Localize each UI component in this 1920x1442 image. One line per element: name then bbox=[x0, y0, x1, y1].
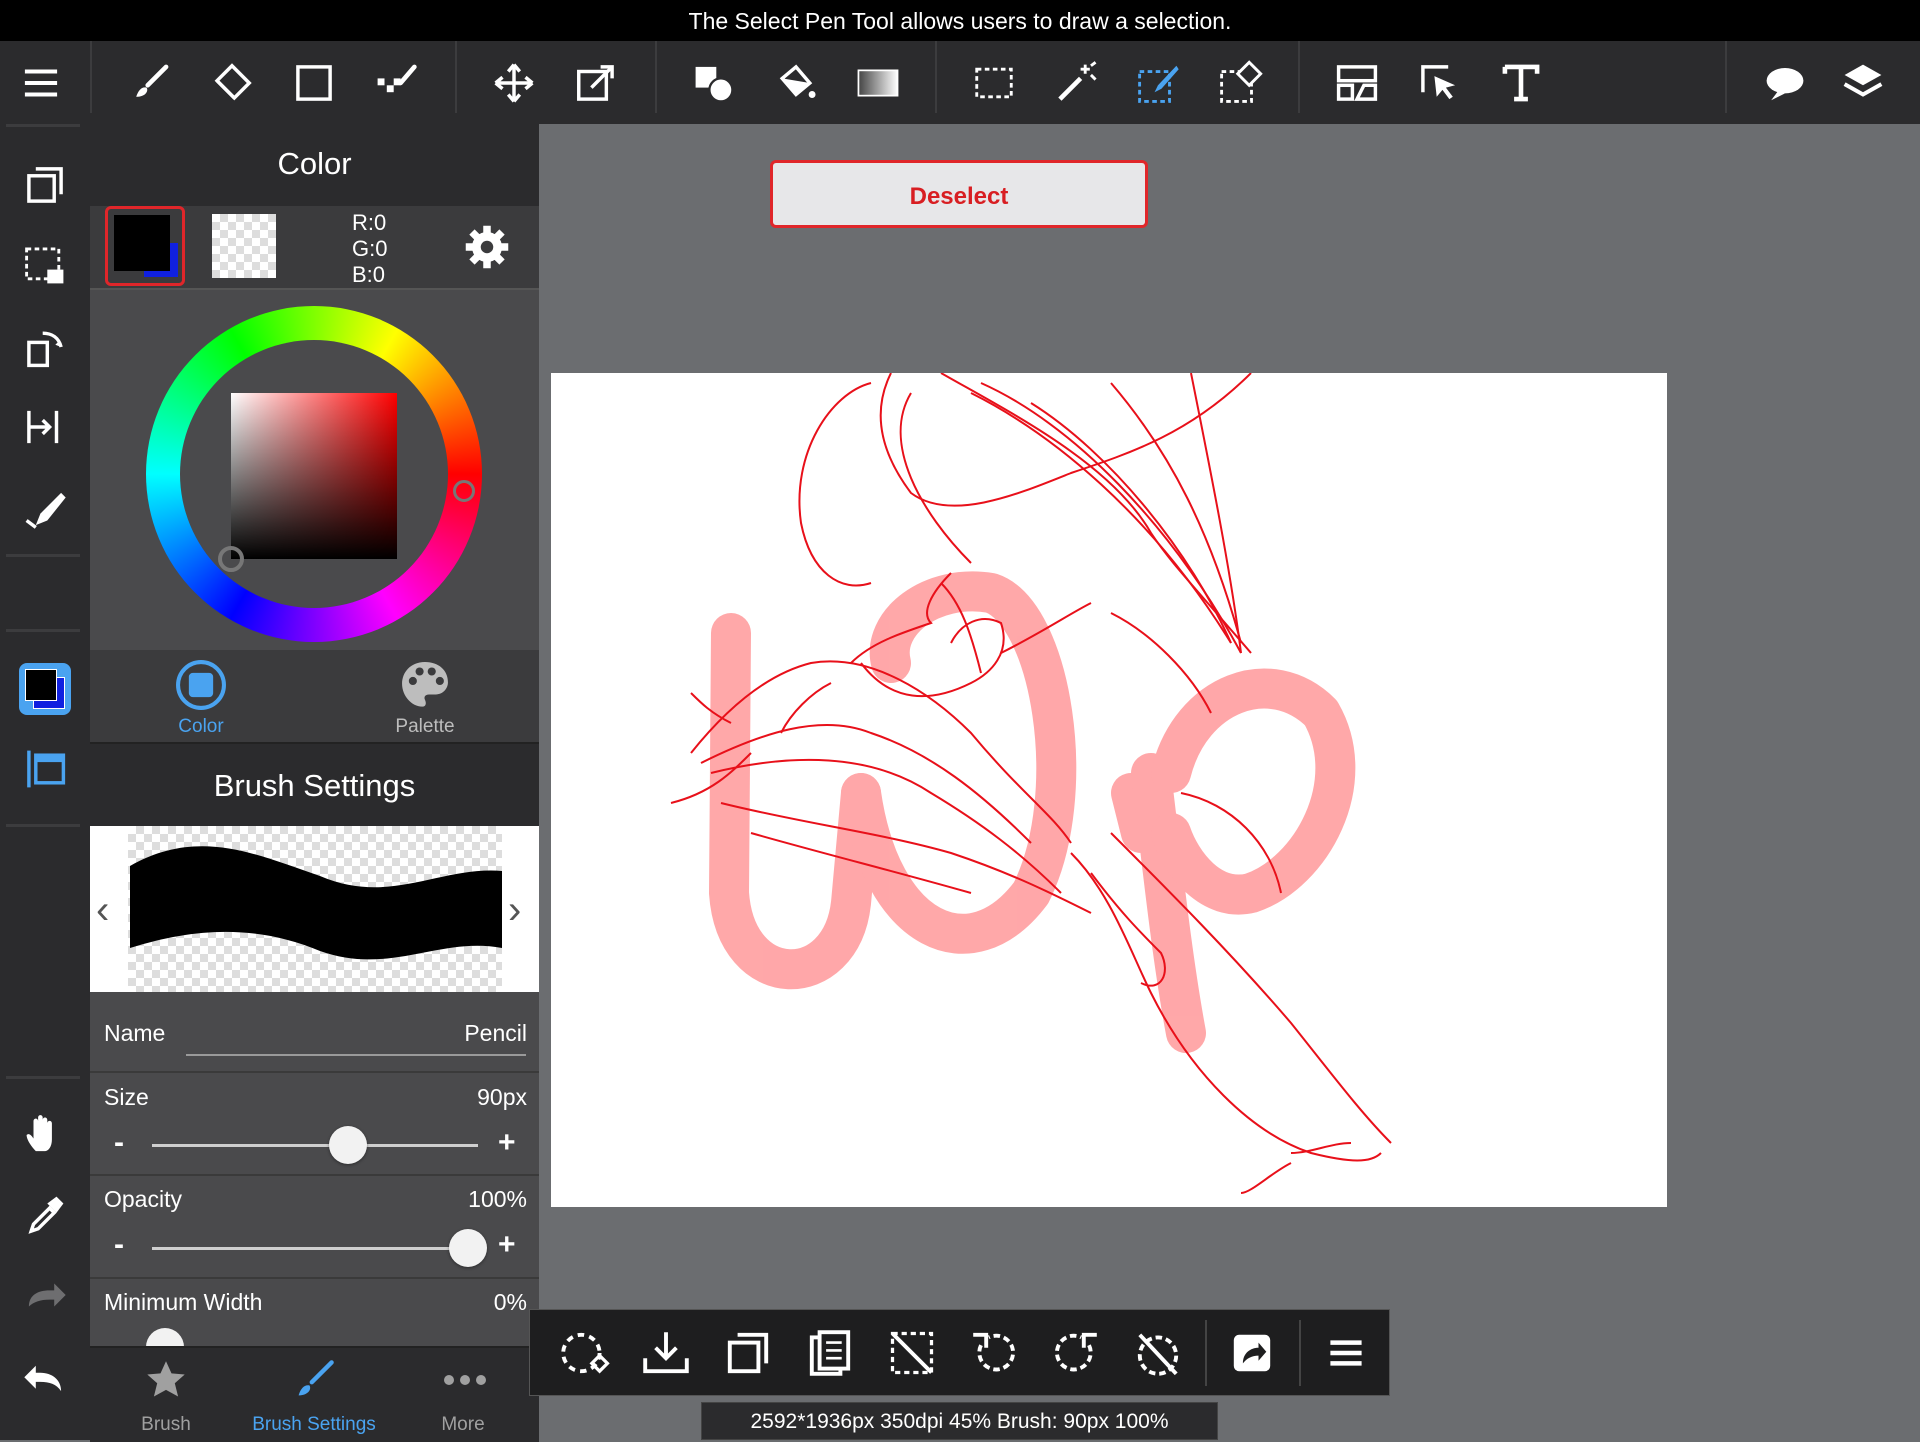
opacity-slider-knob[interactable] bbox=[449, 1229, 487, 1267]
panel-toggle-icon[interactable] bbox=[10, 734, 80, 804]
more-icon[interactable] bbox=[440, 1358, 490, 1402]
name-label: Name bbox=[104, 1020, 166, 1046]
size-label: Size bbox=[104, 1084, 149, 1110]
selection-menu-icon[interactable] bbox=[1306, 1310, 1386, 1396]
opacity-value: 100% bbox=[468, 1186, 527, 1212]
tab-more[interactable]: More bbox=[388, 1414, 538, 1436]
min-width-value: 0% bbox=[493, 1289, 527, 1315]
shape-icon[interactable] bbox=[279, 41, 349, 124]
brush-settings-title: Brush Settings bbox=[213, 768, 416, 803]
export-icon[interactable] bbox=[1212, 1310, 1292, 1396]
duplicate-canvas-icon[interactable] bbox=[10, 150, 80, 220]
eraser-icon[interactable] bbox=[197, 41, 267, 124]
text-icon[interactable] bbox=[1486, 41, 1556, 124]
brush-eraser-toggle-icon[interactable] bbox=[10, 474, 80, 544]
rgb-readout: R:0 G:0 B:0 bbox=[352, 210, 388, 287]
frame-divider-icon[interactable] bbox=[1322, 41, 1392, 124]
rotate-canvas-icon[interactable] bbox=[10, 312, 80, 382]
color-panel-title: Color bbox=[277, 146, 352, 181]
menu-icon[interactable] bbox=[6, 41, 76, 124]
brush-icon[interactable] bbox=[115, 41, 185, 124]
saturation-value-square[interactable] bbox=[231, 393, 397, 559]
select-all-icon[interactable] bbox=[544, 1310, 624, 1396]
gradient-icon[interactable] bbox=[843, 41, 913, 124]
move-icon[interactable] bbox=[479, 41, 549, 124]
rotate-left-icon[interactable] bbox=[954, 1310, 1034, 1396]
size-value: 90px bbox=[477, 1084, 527, 1110]
opacity-label: Opacity bbox=[104, 1186, 182, 1212]
min-width-label: Minimum Width bbox=[104, 1289, 263, 1315]
next-brush-icon[interactable]: › bbox=[508, 888, 521, 933]
opacity-increase-button[interactable]: + bbox=[498, 1228, 516, 1262]
drawing-canvas[interactable] bbox=[551, 372, 1667, 1207]
eyedropper-icon[interactable] bbox=[10, 1180, 80, 1250]
rotate-right-icon[interactable] bbox=[1036, 1310, 1116, 1396]
size-decrease-button[interactable]: - bbox=[114, 1126, 124, 1160]
transform-icon[interactable] bbox=[561, 41, 631, 124]
tab-palette[interactable]: Palette bbox=[350, 716, 500, 738]
prev-brush-icon[interactable]: ‹ bbox=[96, 888, 109, 933]
paste-icon[interactable] bbox=[790, 1310, 870, 1396]
color-tab-icon[interactable] bbox=[174, 658, 228, 712]
selection-layer-icon[interactable] bbox=[10, 230, 80, 300]
canvas-status-bar: 2592*1936px 350dpi 45% Brush: 90px 100% bbox=[701, 1402, 1218, 1440]
select-eraser-icon[interactable] bbox=[1205, 41, 1275, 124]
fill-shape-icon[interactable] bbox=[679, 41, 749, 124]
speech-bubble-icon[interactable] bbox=[1750, 41, 1820, 124]
select-pen-icon[interactable] bbox=[1123, 41, 1193, 124]
opacity-decrease-button[interactable]: - bbox=[114, 1228, 124, 1262]
tool-hint-caption: The Select Pen Tool allows users to draw… bbox=[0, 0, 1920, 41]
star-icon[interactable] bbox=[144, 1358, 188, 1402]
object-select-icon[interactable] bbox=[1404, 41, 1474, 124]
bucket-icon[interactable] bbox=[761, 41, 831, 124]
tab-brush[interactable]: Brush bbox=[91, 1414, 241, 1436]
selection-toolbar bbox=[529, 1309, 1390, 1396]
flip-canvas-icon[interactable] bbox=[10, 392, 80, 462]
brush-settings-tab-icon[interactable] bbox=[292, 1358, 336, 1402]
tab-color[interactable]: Color bbox=[126, 716, 276, 738]
top-toolbar bbox=[0, 41, 1920, 124]
color-swatch-button[interactable] bbox=[10, 654, 80, 724]
opacity-slider[interactable] bbox=[152, 1247, 478, 1250]
select-rect-icon[interactable] bbox=[959, 41, 1029, 124]
tab-brush-settings[interactable]: Brush Settings bbox=[239, 1414, 389, 1436]
save-selection-icon[interactable] bbox=[626, 1310, 706, 1396]
palette-icon[interactable] bbox=[398, 658, 452, 712]
brush-preview: ‹ › bbox=[90, 826, 539, 992]
clear-selection-icon[interactable] bbox=[1118, 1310, 1198, 1396]
deselect-button[interactable]: Deselect bbox=[770, 160, 1148, 228]
sv-handle[interactable] bbox=[218, 546, 244, 572]
transparent-color-swatch[interactable] bbox=[212, 214, 276, 278]
copy-icon[interactable] bbox=[708, 1310, 788, 1396]
layers-icon[interactable] bbox=[1828, 41, 1898, 124]
undo-icon[interactable] bbox=[10, 1340, 80, 1410]
size-slider-knob[interactable] bbox=[328, 1126, 367, 1164]
side-panel: Color R:0 G:0 B:0 Color Palette Brush Se… bbox=[90, 124, 539, 1442]
redo-icon[interactable] bbox=[10, 1260, 80, 1330]
hand-icon[interactable] bbox=[10, 1100, 80, 1170]
size-increase-button[interactable]: + bbox=[498, 1126, 516, 1160]
left-toolbar bbox=[0, 124, 90, 1440]
dot-brush-icon[interactable] bbox=[361, 41, 431, 124]
gear-icon[interactable] bbox=[462, 222, 512, 272]
invert-selection-icon[interactable] bbox=[872, 1310, 952, 1396]
magic-wand-icon[interactable] bbox=[1041, 41, 1111, 124]
hue-handle[interactable] bbox=[453, 480, 475, 502]
size-slider[interactable] bbox=[152, 1144, 478, 1147]
primary-color-swatch[interactable] bbox=[105, 206, 185, 286]
brush-name-field[interactable]: Pencil bbox=[464, 1020, 527, 1047]
